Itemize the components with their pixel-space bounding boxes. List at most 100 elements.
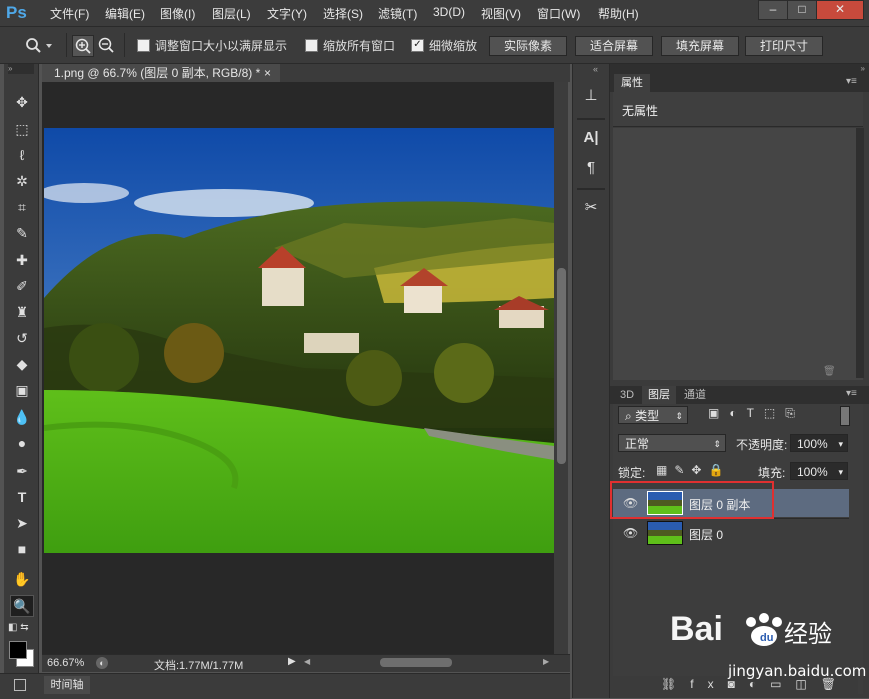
status-menu-arrow-icon[interactable]: ▶ [288,656,296,667]
close-tab-icon[interactable]: × [264,64,271,82]
opacity-input[interactable]: 100% ▾ [790,434,848,452]
search-icon: ⌕ [625,409,636,423]
opacity-label: 不透明度: [736,438,788,452]
stamp-tool-icon[interactable]: ♜ [12,302,32,322]
tab-properties[interactable]: 属性 [614,74,650,92]
status-bar: 66.67% ◐ 文档:1.77M/1.77M ▶ ◀ ▶ [42,654,570,672]
menu-help[interactable]: 帮助(H) [598,5,639,21]
scroll-left-icon[interactable]: ◀ [304,657,310,666]
vertical-scrollbar-thumb[interactable] [557,268,566,464]
fill-input[interactable]: 100% ▾ [790,462,848,480]
document-tab[interactable]: 1.png @ 66.7% (图层 0 副本, RGB/8) * × [42,64,280,82]
fill-value: 100% [797,465,828,479]
menu-image[interactable]: 图像(I) [160,5,195,21]
properties-scrollbar[interactable] [856,128,864,378]
horizontal-scrollbar-thumb[interactable] [380,658,452,667]
tab-channels[interactable]: 通道 [678,386,712,404]
scrubby-zoom-checkbox[interactable]: ✓ [411,39,424,52]
actual-pixels-button[interactable]: 实际像素 [489,36,567,56]
collapse-arrows-icon[interactable]: » [610,64,869,74]
close-button[interactable]: ✕ [816,0,864,20]
svg-text:Bai: Bai [670,610,723,648]
brush-tool-icon[interactable]: ✐ [12,276,32,296]
watermark-url: jingyan.baidu.com [728,662,867,680]
blend-mode-value: 正常 [625,437,650,451]
collapse-arrows-icon[interactable]: » [8,64,34,74]
path-selection-tool-icon[interactable]: ➤ [12,513,32,533]
type-tool-icon[interactable]: T [12,487,32,507]
blend-mode-dropdown[interactable]: 正常 ⇕ [618,434,726,452]
no-properties-text: 无属性 [622,104,659,118]
eyedropper-tool-icon[interactable]: ✎ [12,223,32,243]
pen-tool-icon[interactable]: ✒ [12,461,32,481]
menu-layer[interactable]: 图层(L) [212,5,251,21]
menu-edit[interactable]: 编辑(E) [105,5,145,21]
filter-icons[interactable]: ▣◐T⬚⎘ [708,406,805,421]
menu-file[interactable]: 文件(F) [50,5,89,21]
maximize-button[interactable]: □ [787,0,817,20]
crop-tool-icon[interactable]: ⌗ [12,197,32,217]
collapsed-panel-dock: « ⊥ A| ¶ ✂ [572,64,610,698]
rectangle-tool-icon[interactable]: ■ [12,539,32,559]
properties-panel-header: 属性 ▾≡ [610,74,869,92]
zoom-all-windows-checkbox[interactable] [305,39,318,52]
print-size-button[interactable]: 打印尺寸 [745,36,823,56]
lock-icons[interactable]: ▦✎✥🔒 [656,463,730,477]
filter-toggle-icon[interactable] [840,406,850,426]
lasso-tool-icon[interactable]: ℓ [12,145,32,165]
dodge-tool-icon[interactable]: ● [12,433,32,453]
menu-window[interactable]: 窗口(W) [537,5,580,21]
zoom-tool-preset-icon[interactable] [24,36,54,54]
menu-bar: Ps 文件(F) 编辑(E) 图像(I) 图层(L) 文字(Y) 选择(S) 滤… [0,0,869,27]
fit-screen-button[interactable]: 适合屏幕 [575,36,653,56]
blur-tool-icon[interactable]: 💧 [12,407,32,427]
panel-menu-icon[interactable]: ▾≡ [846,76,857,87]
divider [66,33,67,57]
layer-filter-dropdown[interactable]: ⌕ 类型 ⇕ [618,406,688,424]
eraser-tool-icon[interactable]: ◆ [12,354,32,374]
history-brush-tool-icon[interactable]: ↺ [12,328,32,348]
status-info-icon[interactable]: ◐ [96,657,108,669]
tools-panel: » ✥ ⬚ ℓ ✲ ⌗ ✎ ✚ ✐ ♜ ↺ ◆ ▣ 💧 ● ✒ T ➤ ■ ✋ … [4,64,39,696]
panel-menu-icon[interactable]: ▾≡ [846,388,857,399]
character-panel-icon[interactable]: A| [581,128,601,148]
magic-wand-tool-icon[interactable]: ✲ [12,171,32,191]
tool-presets-icon[interactable]: ⊥ [581,86,601,106]
zoom-out-icon[interactable] [96,35,116,55]
zoom-level[interactable]: 66.67% [47,657,84,669]
trash-icon[interactable]: 🗑 [823,366,836,377]
svg-text:du: du [760,632,773,644]
default-colors-icon[interactable]: ◧ ⇆ [8,622,29,633]
fill-screen-button[interactable]: 填充屏幕 [661,36,739,56]
opacity-value: 100% [797,437,828,451]
tab-layers[interactable]: 图层 [642,386,676,404]
timeline-tab[interactable]: 时间轴 [44,676,90,694]
minimize-button[interactable]: – [758,0,788,20]
menu-select[interactable]: 选择(S) [323,5,363,21]
visibility-eye-icon[interactable]: 👁 [623,526,638,540]
menu-filter[interactable]: 滤镜(T) [378,5,417,21]
layer-thumbnail [647,521,683,545]
menu-view[interactable]: 视图(V) [481,5,521,21]
gradient-tool-icon[interactable]: ▣ [12,380,32,400]
timeline-panel-icon[interactable] [14,679,26,691]
foreground-color-swatch[interactable] [9,641,27,659]
healing-brush-tool-icon[interactable]: ✚ [12,250,32,270]
layer-row-base[interactable]: 👁 图层 0 [613,518,849,547]
layer-name[interactable]: 图层 0 [689,526,723,543]
move-tool-icon[interactable]: ✥ [12,92,32,112]
tab-3d[interactable]: 3D [614,386,640,404]
scrubby-zoom-label: 细微缩放 [429,39,478,53]
menu-type[interactable]: 文字(Y) [267,5,307,21]
scroll-right-icon[interactable]: ▶ [543,657,549,666]
zoom-in-icon[interactable] [72,35,94,57]
paragraph-panel-icon[interactable]: ¶ [581,158,601,178]
resize-windows-checkbox[interactable] [137,39,150,52]
tools-settings-icon[interactable]: ✂ [581,198,601,218]
properties-panel-body [613,128,863,380]
hand-tool-icon[interactable]: ✋ [12,569,32,589]
collapse-arrows-icon[interactable]: « [593,64,598,74]
marquee-tool-icon[interactable]: ⬚ [12,119,32,139]
zoom-tool-icon[interactable]: 🔍 [10,595,34,617]
menu-3d[interactable]: 3D(D) [433,5,465,21]
